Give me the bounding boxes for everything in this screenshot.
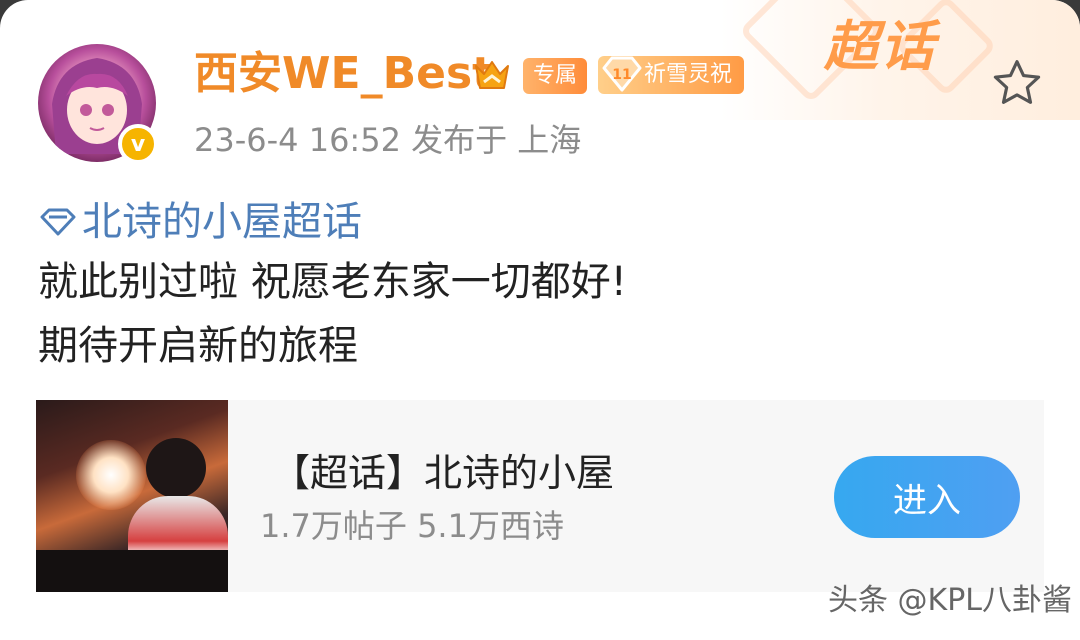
- topic-link-label: 北诗的小屋超话: [82, 199, 362, 245]
- enter-button[interactable]: 进入: [834, 456, 1020, 538]
- topic-link[interactable]: 北诗的小屋超话: [38, 202, 362, 242]
- supertopic-label: 超话: [824, 15, 936, 78]
- exclusive-badge[interactable]: 专属: [523, 58, 588, 94]
- thumbnail-player-head: [146, 438, 206, 498]
- badge-level-diamond-icon: 11: [602, 56, 642, 92]
- verified-icon: v: [118, 124, 158, 164]
- diamond-icon: [40, 208, 76, 236]
- post-text-line: 期待开启新的旅程: [38, 323, 358, 369]
- watermark: 头条 @KPL八卦酱: [828, 583, 1073, 618]
- thumbnail-stage-light: [76, 440, 146, 510]
- post-meta: 23-6-4 16:52 发布于 上海: [194, 121, 582, 159]
- fan-badge-name: 祈雪灵祝: [644, 62, 733, 87]
- badge-level: 11: [612, 67, 631, 83]
- star-icon[interactable]: [990, 56, 1044, 110]
- topic-card[interactable]: 【超话】北诗的小屋 1.7万帖子 5.1万西诗 进入: [36, 400, 1044, 592]
- weibo-post-card: 超话 v 西安WE_Best 专属 祈雪灵祝 11 23-6-4 16:52 发…: [0, 0, 1080, 640]
- thumbnail-desk: [36, 550, 228, 592]
- topic-card-stats: 1.7万帖子 5.1万西诗: [260, 507, 564, 545]
- vip-crown-icon: [475, 61, 509, 89]
- post-text-line: 就此别过啦 祝愿老东家一切都好!: [38, 259, 627, 305]
- topic-thumbnail: [36, 400, 228, 592]
- username[interactable]: 西安WE_Best: [194, 52, 493, 96]
- topic-card-title: 【超话】北诗的小屋: [272, 451, 615, 495]
